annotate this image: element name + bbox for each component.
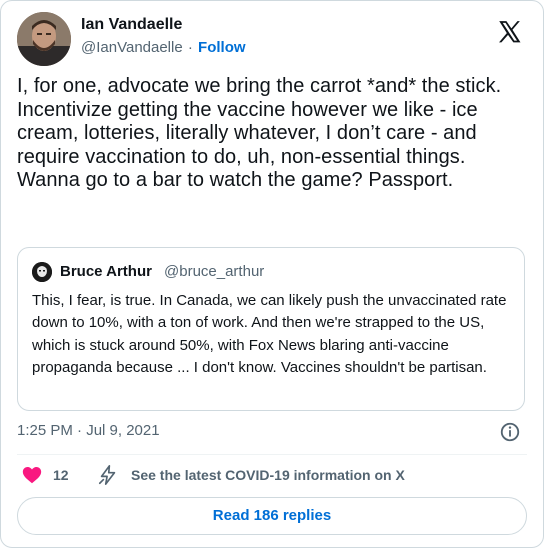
heart-icon[interactable] [21, 464, 43, 486]
quoted-tweet-body: This, I fear, is true. In Canada, we can… [32, 292, 511, 377]
quoted-author-avatar [32, 262, 52, 282]
info-icon[interactable] [499, 421, 521, 443]
separator-dot: · [187, 39, 193, 56]
author-avatar[interactable] [17, 12, 71, 66]
quoted-author-handle: @bruce_arthur [164, 263, 265, 280]
action-bar: 12 See the latest COVID-19 information o… [17, 461, 527, 489]
tweet-card: Ian Vandaelle @IanVandaelle · Follow I, … [0, 0, 544, 548]
timestamp-row: 1:25 PM · Jul 9, 2021 [17, 421, 160, 441]
quoted-author-name: Bruce Arthur [60, 263, 152, 280]
quoted-tweet[interactable]: Bruce Arthur @bruce_arthur This, I fear,… [17, 247, 525, 411]
tweet-header: Ian Vandaelle @IanVandaelle · Follow [16, 11, 528, 67]
follow-button[interactable]: Follow [198, 39, 246, 56]
author-handle-row: @IanVandaelle · Follow [81, 38, 246, 58]
like-count: 12 [53, 467, 69, 483]
author-handle[interactable]: @IanVandaelle [81, 39, 183, 56]
tweet-body: I, for one, advocate we bring the carrot… [17, 75, 507, 192]
covid-info-link[interactable]: See the latest COVID-19 information on X [131, 467, 405, 483]
tweet-timestamp[interactable]: 1:25 PM · Jul 9, 2021 [17, 422, 160, 439]
x-logo-icon[interactable] [496, 19, 522, 45]
author-name[interactable]: Ian Vandaelle [81, 15, 182, 35]
read-replies-button[interactable]: Read 186 replies [17, 497, 527, 535]
lightning-bolt-icon [98, 465, 116, 485]
divider [17, 454, 527, 455]
